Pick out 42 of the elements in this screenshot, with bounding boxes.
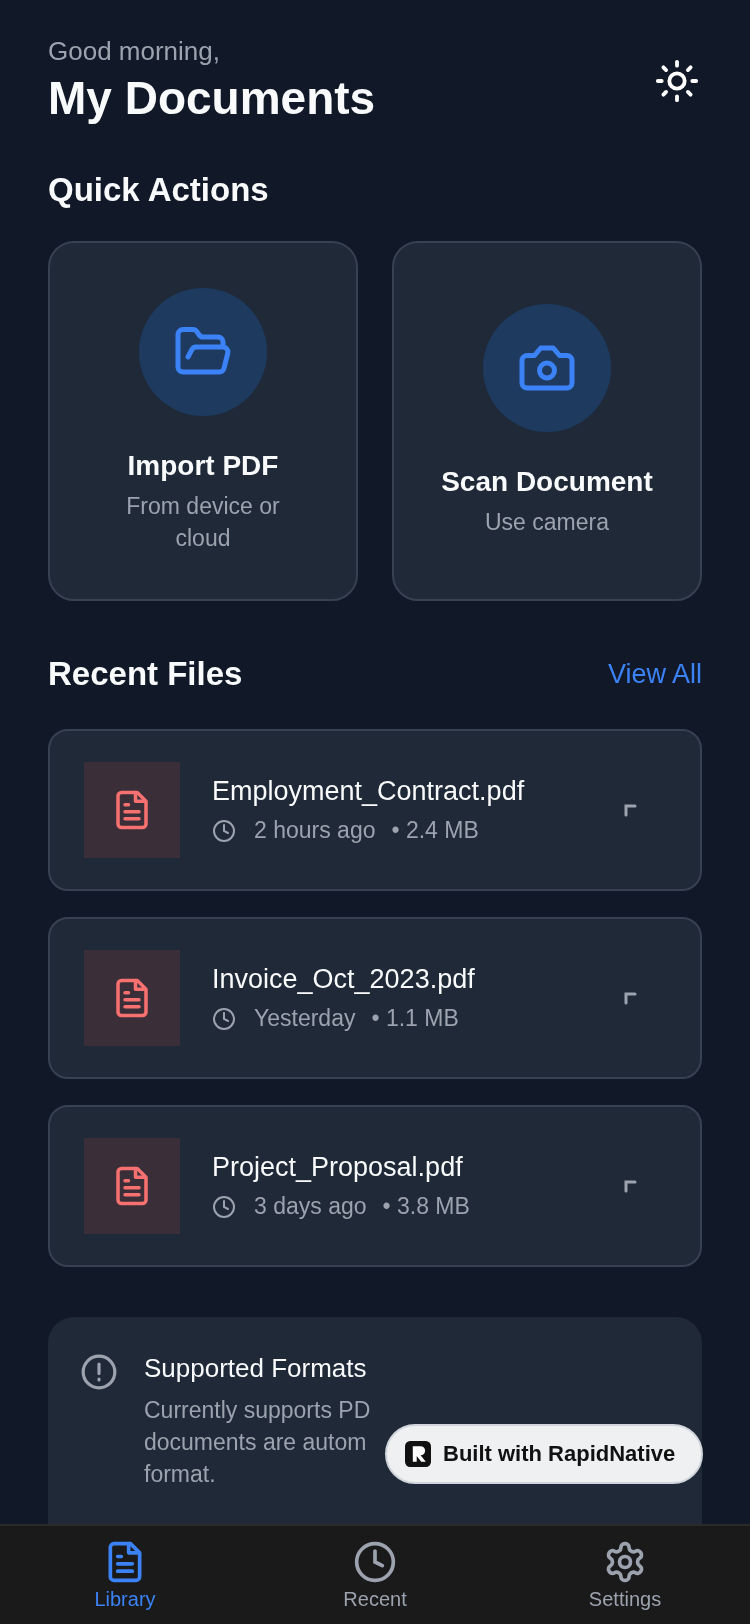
info-text: documents are autom bbox=[144, 1428, 368, 1457]
file-card[interactable]: Project_Proposal.pdf 3 days ago • 3.8 MB bbox=[48, 1105, 702, 1267]
file-name: Invoice_Oct_2023.pdf bbox=[212, 964, 476, 995]
action-subtitle: Use camera bbox=[484, 508, 610, 537]
file-card[interactable]: Employment_Contract.pdf 2 hours ago • 2.4 MB bbox=[48, 729, 702, 891]
file-size: • 1.1 MB bbox=[371, 1005, 459, 1032]
greeting: Good morning, bbox=[48, 36, 221, 67]
action-title: Scan Document bbox=[441, 466, 653, 498]
file-size: • 3.8 MB bbox=[382, 1193, 470, 1220]
info-title: Supported Formats bbox=[144, 1353, 368, 1384]
action-card[interactable]: Scan Document Use camera bbox=[392, 241, 702, 601]
file-size: • 2.4 MB bbox=[391, 817, 479, 844]
info-text: format. bbox=[144, 1460, 217, 1489]
tab[interactable]: Settings bbox=[525, 1526, 725, 1624]
tab[interactable]: Library bbox=[25, 1526, 225, 1624]
file-time: 3 days ago bbox=[254, 1193, 367, 1220]
clock-icon bbox=[212, 1194, 236, 1219]
clock-icon bbox=[212, 818, 236, 843]
section-title: Quick Actions bbox=[48, 171, 270, 209]
sun-icon[interactable] bbox=[654, 57, 700, 104]
built-with-badge[interactable]: Built with RapidNative bbox=[385, 1424, 704, 1484]
corner-icon[interactable] bbox=[624, 991, 638, 1005]
clock-icon bbox=[212, 1006, 236, 1031]
badge-text: Built with RapidNative bbox=[443, 1441, 676, 1467]
info-text: Currently supports PD bbox=[144, 1396, 371, 1425]
corner-icon[interactable] bbox=[624, 1179, 638, 1193]
action-card[interactable]: Import PDF From device or cloud bbox=[48, 241, 358, 601]
tab[interactable]: Recent bbox=[275, 1526, 475, 1624]
alert-icon bbox=[80, 1353, 118, 1391]
corner-icon[interactable] bbox=[624, 803, 638, 817]
file-name: Project_Proposal.pdf bbox=[212, 1152, 464, 1183]
action-subtitle: From device or cloud bbox=[125, 492, 281, 553]
action-title: Import PDF bbox=[127, 450, 279, 482]
file-time: 2 hours ago bbox=[254, 817, 376, 844]
view-all-link[interactable]: View All bbox=[607, 658, 702, 690]
file-name: Employment_Contract.pdf bbox=[212, 776, 526, 807]
file-time: Yesterday bbox=[254, 1005, 356, 1032]
clock-icon bbox=[353, 1540, 397, 1584]
file-card[interactable]: Invoice_Oct_2023.pdf Yesterday • 1.1 MB bbox=[48, 917, 702, 1079]
page-title: My Documents bbox=[48, 71, 376, 125]
section-title: Recent Files bbox=[48, 655, 243, 693]
logo-icon bbox=[405, 1441, 431, 1467]
